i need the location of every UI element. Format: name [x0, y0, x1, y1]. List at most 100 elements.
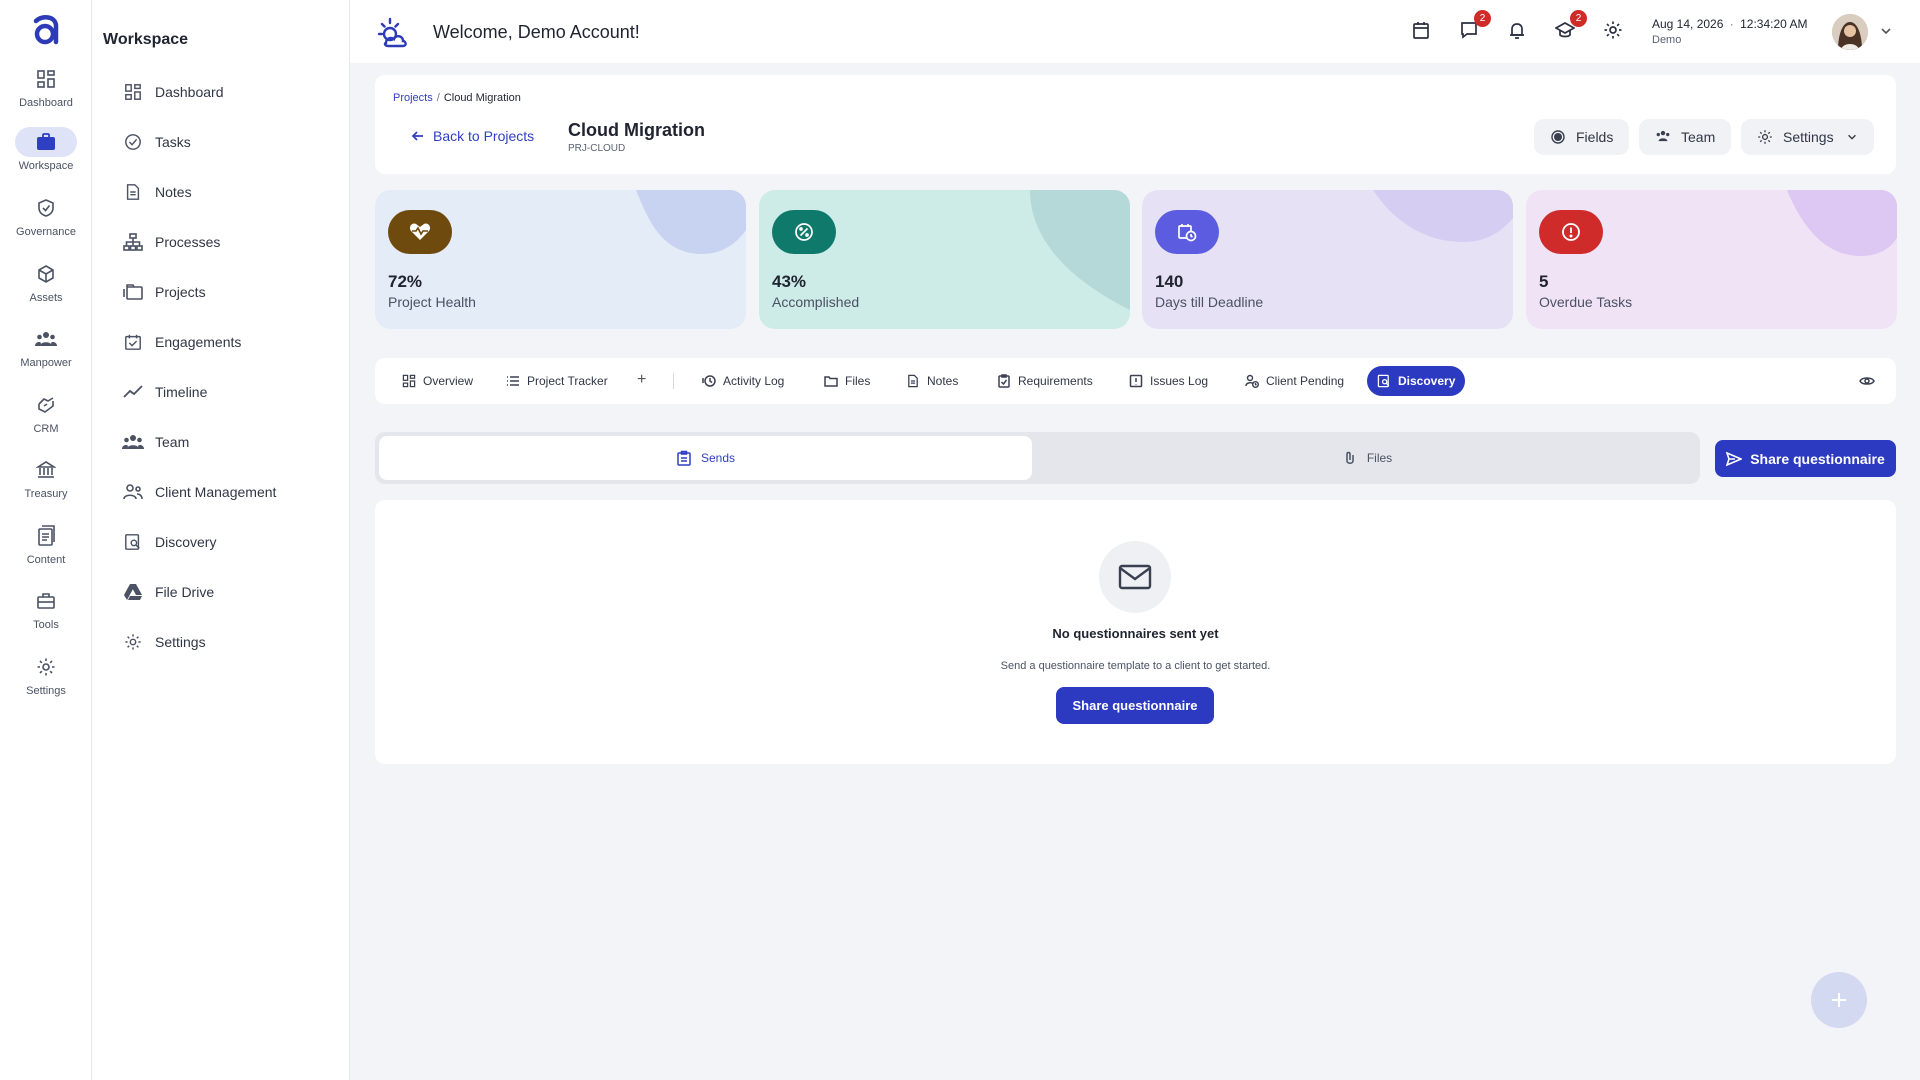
- sidebar-item-label: Projects: [155, 284, 206, 300]
- fields-dot-icon: [1550, 129, 1566, 145]
- fields-button[interactable]: Fields: [1534, 119, 1630, 155]
- sidebar-item-dashboard[interactable]: Dashboard: [92, 72, 350, 112]
- sidebar-item-engagements[interactable]: Engagements: [92, 322, 350, 362]
- rail-item-manpower[interactable]: Manpower: [0, 324, 92, 382]
- history-icon: [702, 374, 716, 388]
- gear-icon[interactable]: [1603, 20, 1625, 42]
- rail-item-settings[interactable]: Settings: [0, 652, 92, 710]
- sidebar-item-label: Team: [155, 434, 190, 450]
- rail-item-treasury[interactable]: Treasury: [0, 455, 92, 513]
- rail-item-dashboard[interactable]: Dashboard: [0, 64, 92, 122]
- sidebar-item-label: Engagements: [155, 334, 242, 350]
- messages-badge: 2: [1474, 10, 1491, 27]
- tab-files[interactable]: Files: [814, 366, 880, 396]
- share-questionnaire-button[interactable]: Share questionnaire: [1715, 440, 1896, 477]
- chevron-down-icon: [1847, 134, 1856, 140]
- project-title: Cloud Migration: [568, 120, 705, 140]
- tab-activity-log[interactable]: Activity Log: [692, 366, 794, 396]
- sidebar-item-notes[interactable]: Notes: [92, 172, 350, 212]
- chevron-down-icon[interactable]: [1879, 24, 1893, 38]
- floating-add-button[interactable]: [1811, 972, 1867, 1028]
- rail-item-governance[interactable]: Governance: [0, 193, 92, 251]
- rail-item-workspace[interactable]: Workspace: [0, 127, 92, 185]
- rail-item-assets[interactable]: Assets: [0, 259, 92, 317]
- sidebar-item-label: Timeline: [155, 384, 208, 400]
- project-tabs: Overview Project Tracker + Activity Log …: [375, 358, 1896, 404]
- sidebar-item-timeline[interactable]: Timeline: [92, 372, 350, 412]
- stat-card-accomplished: 43% Accomplished: [759, 190, 1130, 329]
- folders-icon: [122, 281, 144, 303]
- avatar[interactable]: [1832, 14, 1868, 50]
- sidebar-item-settings[interactable]: Settings: [92, 622, 350, 662]
- sidebar-item-client-management[interactable]: Client Management: [92, 472, 350, 512]
- sidebar-item-file-drive[interactable]: File Drive: [92, 572, 350, 612]
- card-decor-shape: [1787, 190, 1897, 256]
- client-icon: [122, 481, 144, 503]
- app-logo[interactable]: [28, 12, 64, 48]
- tab-label: Files: [845, 374, 871, 388]
- rail-item-content[interactable]: Content: [0, 521, 92, 579]
- tab-label: Discovery: [1398, 374, 1456, 388]
- folder-icon: [824, 374, 838, 388]
- eye-icon[interactable]: [1859, 373, 1875, 389]
- calendar-check-icon: [122, 331, 144, 353]
- back-to-projects-link[interactable]: Back to Projects: [411, 128, 534, 144]
- card-decor-shape: [636, 190, 746, 254]
- tab-label: Issues Log: [1150, 374, 1209, 388]
- header-user: Demo: [1652, 34, 1682, 46]
- calendar-icon[interactable]: [1411, 20, 1433, 42]
- tab-notes[interactable]: Notes: [896, 366, 968, 396]
- sidebar-item-label: File Drive: [155, 584, 215, 600]
- alert-square-icon: [1129, 374, 1143, 388]
- segment-sends[interactable]: Sends: [379, 436, 1032, 480]
- tab-client-pending[interactable]: Client Pending: [1235, 366, 1354, 396]
- gear-icon: [1757, 129, 1773, 145]
- arrow-left-icon: [411, 131, 423, 141]
- add-tab-button[interactable]: +: [637, 371, 646, 389]
- tab-label: Requirements: [1018, 374, 1093, 388]
- stat-label: Days till Deadline: [1155, 294, 1264, 310]
- project-header: Projects / Cloud Migration Back to Project…: [375, 75, 1896, 174]
- bell-icon[interactable]: [1507, 20, 1529, 42]
- team-icon: [1655, 129, 1671, 145]
- segment-files[interactable]: Files: [1038, 436, 1696, 480]
- gear-icon: [122, 631, 144, 653]
- clipboard-check-icon: [997, 374, 1011, 388]
- fields-button-label: Fields: [1576, 129, 1614, 145]
- send-icon: [1726, 451, 1743, 466]
- sidebar-item-discovery[interactable]: Discovery: [92, 522, 350, 562]
- stat-card-days-till-deadline: 140 Days till Deadline: [1142, 190, 1513, 329]
- sidebar-item-label: Notes: [155, 184, 192, 200]
- tab-issues-log[interactable]: Issues Log: [1119, 366, 1218, 396]
- team-button[interactable]: Team: [1639, 119, 1732, 155]
- stat-value: 72%: [388, 272, 423, 291]
- rail-label: Manpower: [20, 357, 72, 369]
- tab-overview[interactable]: Overview: [392, 366, 483, 396]
- tab-project-tracker[interactable]: Project Tracker: [496, 366, 618, 396]
- academy-icon[interactable]: 2: [1555, 10, 1587, 42]
- rail-item-tools[interactable]: Tools: [0, 586, 92, 644]
- rail-item-crm[interactable]: CRM: [0, 390, 92, 448]
- hierarchy-icon: [122, 231, 144, 253]
- tab-discovery[interactable]: Discovery: [1367, 366, 1466, 396]
- breadcrumb-projects-link[interactable]: Projects: [393, 92, 433, 104]
- sidebar-item-tasks[interactable]: Tasks: [92, 122, 350, 162]
- stat-card-overdue-tasks: 5 Overdue Tasks: [1526, 190, 1897, 329]
- trend-line-icon: [122, 381, 144, 403]
- header-time: 12:34:20 AM: [1740, 17, 1808, 31]
- sidebar-item-label: Processes: [155, 234, 221, 250]
- team-button-label: Team: [1681, 129, 1716, 145]
- sidebar-item-team[interactable]: Team: [92, 422, 350, 462]
- messages-icon[interactable]: 2: [1459, 10, 1491, 42]
- empty-share-questionnaire-button[interactable]: Share questionnaire: [1056, 687, 1214, 724]
- alert-circle-icon: [1539, 210, 1603, 254]
- tab-label: Project Tracker: [527, 374, 608, 388]
- tab-requirements[interactable]: Requirements: [987, 366, 1103, 396]
- calendar-clock-icon: [1155, 210, 1219, 254]
- sidebar-item-projects[interactable]: Projects: [92, 272, 350, 312]
- sidebar-item-processes[interactable]: Processes: [92, 222, 350, 262]
- breadcrumb-current: Cloud Migration: [443, 92, 521, 104]
- rail-label: Settings: [26, 685, 66, 697]
- stat-card-project-health: 72% Project Health: [375, 190, 746, 329]
- settings-button[interactable]: Settings: [1741, 119, 1874, 155]
